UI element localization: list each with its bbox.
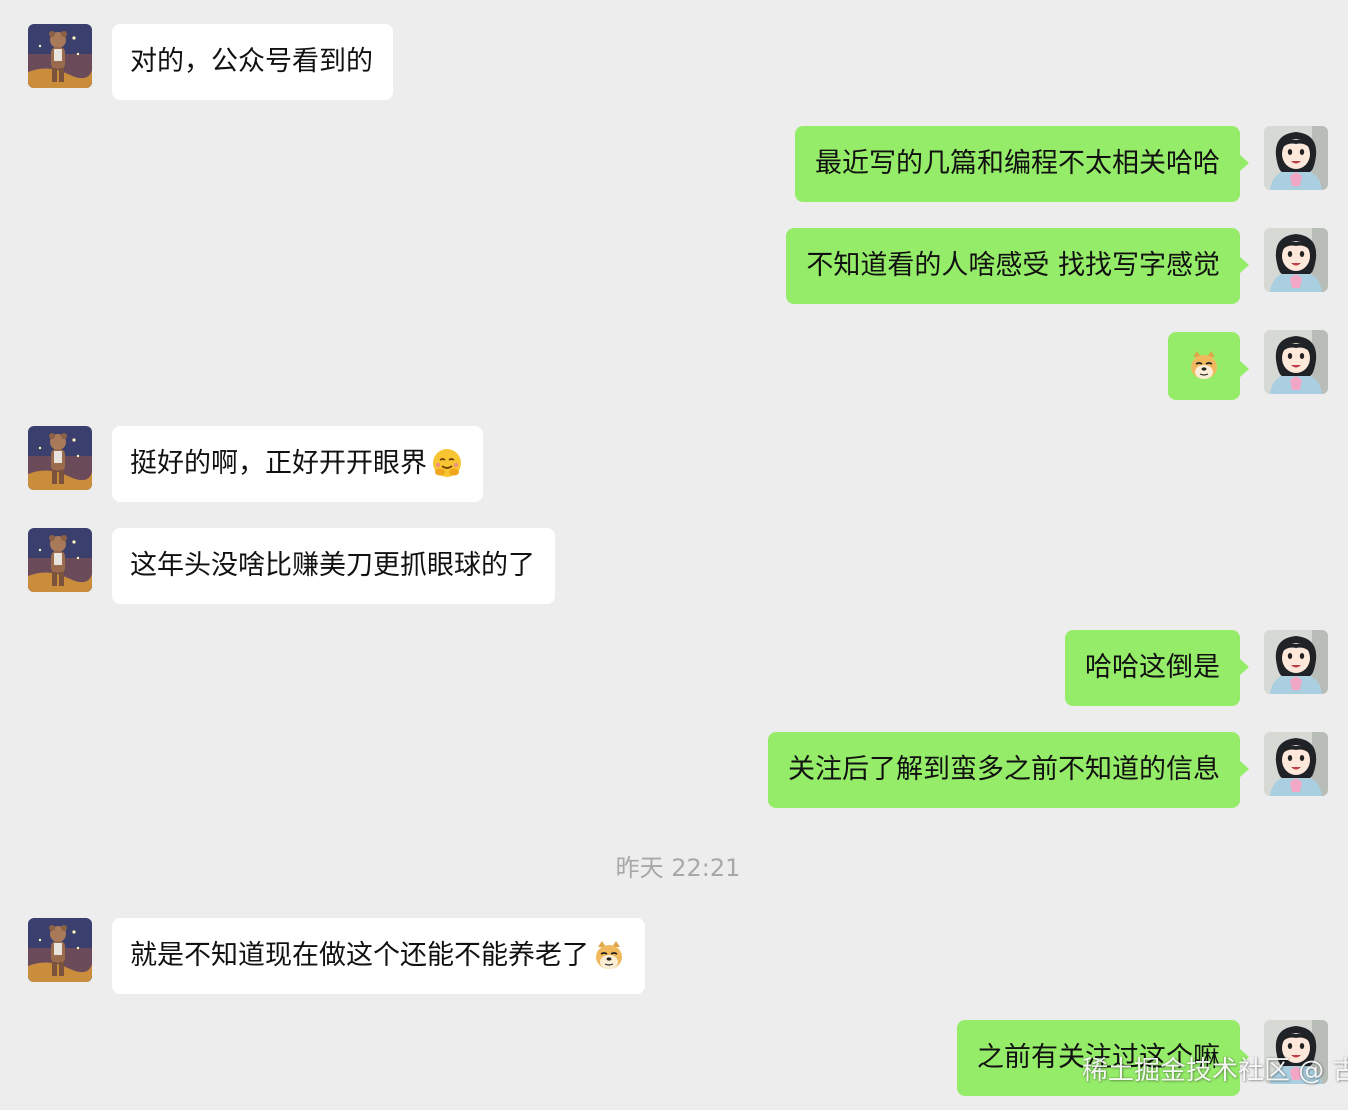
self-avatar[interactable] [1264,330,1328,394]
anime-girl-avatar-icon [1264,630,1328,694]
message-bubble-incoming[interactable]: 对的，公众号看到的 [112,24,393,100]
timestamp-divider: 昨天 22:21 [615,854,741,882]
message-text: 关注后了解到蛮多之前不知道的信息 [788,754,1220,785]
message-text: 这年头没啥比赚美刀更抓眼球的了 [130,550,535,581]
message-text: 不知道看的人啥感受 找找写字感觉 [806,250,1220,281]
message-text: 挺好的啊，正好开开眼界 [130,448,427,479]
watermark: 稀土掘金技术社区 @ 古柳 [1082,1056,1348,1086]
bear-figure-avatar-icon [28,426,92,490]
self-avatar[interactable] [1264,732,1328,796]
anime-girl-avatar-icon [1264,732,1328,796]
message-bubble-outgoing[interactable]: 最近写的几篇和编程不太相关哈哈 [795,126,1249,202]
message-text: 对的，公众号看到的 [130,46,373,77]
bear-figure-avatar-icon [28,528,92,592]
message-bubble-outgoing-emoji[interactable] [1168,332,1249,400]
message-bubble-outgoing[interactable]: 哈哈这倒是 [1065,630,1249,706]
bear-figure-avatar-icon [28,918,92,982]
message-bubble-outgoing[interactable]: 关注后了解到蛮多之前不知道的信息 [768,732,1249,808]
contact-avatar[interactable] [28,918,92,982]
self-avatar[interactable] [1264,228,1328,292]
contact-avatar[interactable] [28,426,92,490]
anime-girl-avatar-icon [1264,126,1328,190]
message-bubble-incoming[interactable]: 挺好的啊，正好开开眼界 [112,426,483,502]
anime-girl-avatar-icon [1264,228,1328,292]
bear-figure-avatar-icon [28,24,92,88]
self-avatar[interactable] [1264,126,1328,190]
anime-girl-avatar-icon [1264,330,1328,394]
message-bubble-incoming[interactable]: 就是不知道现在做这个还能不能养老了 [112,918,645,994]
message-bubble-outgoing[interactable]: 不知道看的人啥感受 找找写字感觉 [786,228,1249,304]
message-bubble-incoming[interactable]: 这年头没啥比赚美刀更抓眼球的了 [112,528,555,604]
hugging-face-emoji-icon [431,447,463,479]
doge-emoji-icon [1188,349,1220,381]
message-text: 最近写的几篇和编程不太相关哈哈 [815,148,1220,179]
message-text: 哈哈这倒是 [1085,652,1220,683]
message-text: 就是不知道现在做这个还能不能养老了 [130,940,589,971]
contact-avatar[interactable] [28,24,92,88]
chat-area: 对的，公众号看到的 最近写的几篇和编程不太相关哈哈 不知道看的人啥感受 找找写字… [0,0,1348,1110]
doge-emoji-icon [593,939,625,971]
self-avatar[interactable] [1264,630,1328,694]
contact-avatar[interactable] [28,528,92,592]
